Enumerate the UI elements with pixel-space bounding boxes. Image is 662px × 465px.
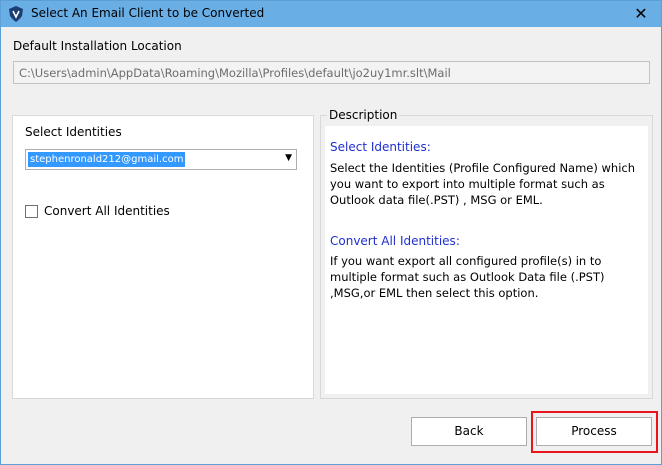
convert-all-checkbox[interactable]: [25, 205, 38, 218]
description-group: Select Identities: Select the Identities…: [320, 115, 653, 399]
title-bar[interactable]: Select An Email Client to be Converted ✕: [1, 1, 661, 27]
desc-body-select-identities: Select the Identities (Profile Configure…: [330, 161, 636, 207]
chevron-down-icon[interactable]: ▼: [285, 153, 292, 163]
identities-panel: Select Identities stephenronald212@gmail…: [12, 115, 314, 399]
dialog-window: Select An Email Client to be Converted ✕…: [0, 0, 662, 465]
install-location-label: Default Installation Location: [13, 39, 182, 53]
desc-body-convert-all: If you want export all configured profil…: [330, 254, 605, 300]
install-path-field[interactable]: C:\Users\admin\AppData\Roaming\Mozilla\P…: [13, 61, 650, 84]
window-title: Select An Email Client to be Converted: [31, 6, 265, 20]
close-icon: ✕: [634, 4, 648, 23]
process-highlight-box: [531, 411, 658, 453]
app-shield-icon: [9, 6, 23, 22]
desc-heading-convert-all: Convert All Identities:: [330, 234, 460, 248]
desc-heading-select-identities: Select Identities:: [330, 140, 431, 154]
back-button[interactable]: Back: [411, 417, 527, 446]
close-button[interactable]: ✕: [631, 4, 651, 24]
convert-all-label[interactable]: Convert All Identities: [44, 204, 170, 218]
description-content: Select Identities: Select the Identities…: [325, 126, 648, 394]
identities-selected-value: stephenronald212@gmail.com: [28, 152, 186, 167]
select-identities-label: Select Identities: [25, 125, 122, 139]
identities-dropdown[interactable]: stephenronald212@gmail.com ▼: [25, 149, 297, 170]
description-legend: Description: [327, 108, 400, 122]
